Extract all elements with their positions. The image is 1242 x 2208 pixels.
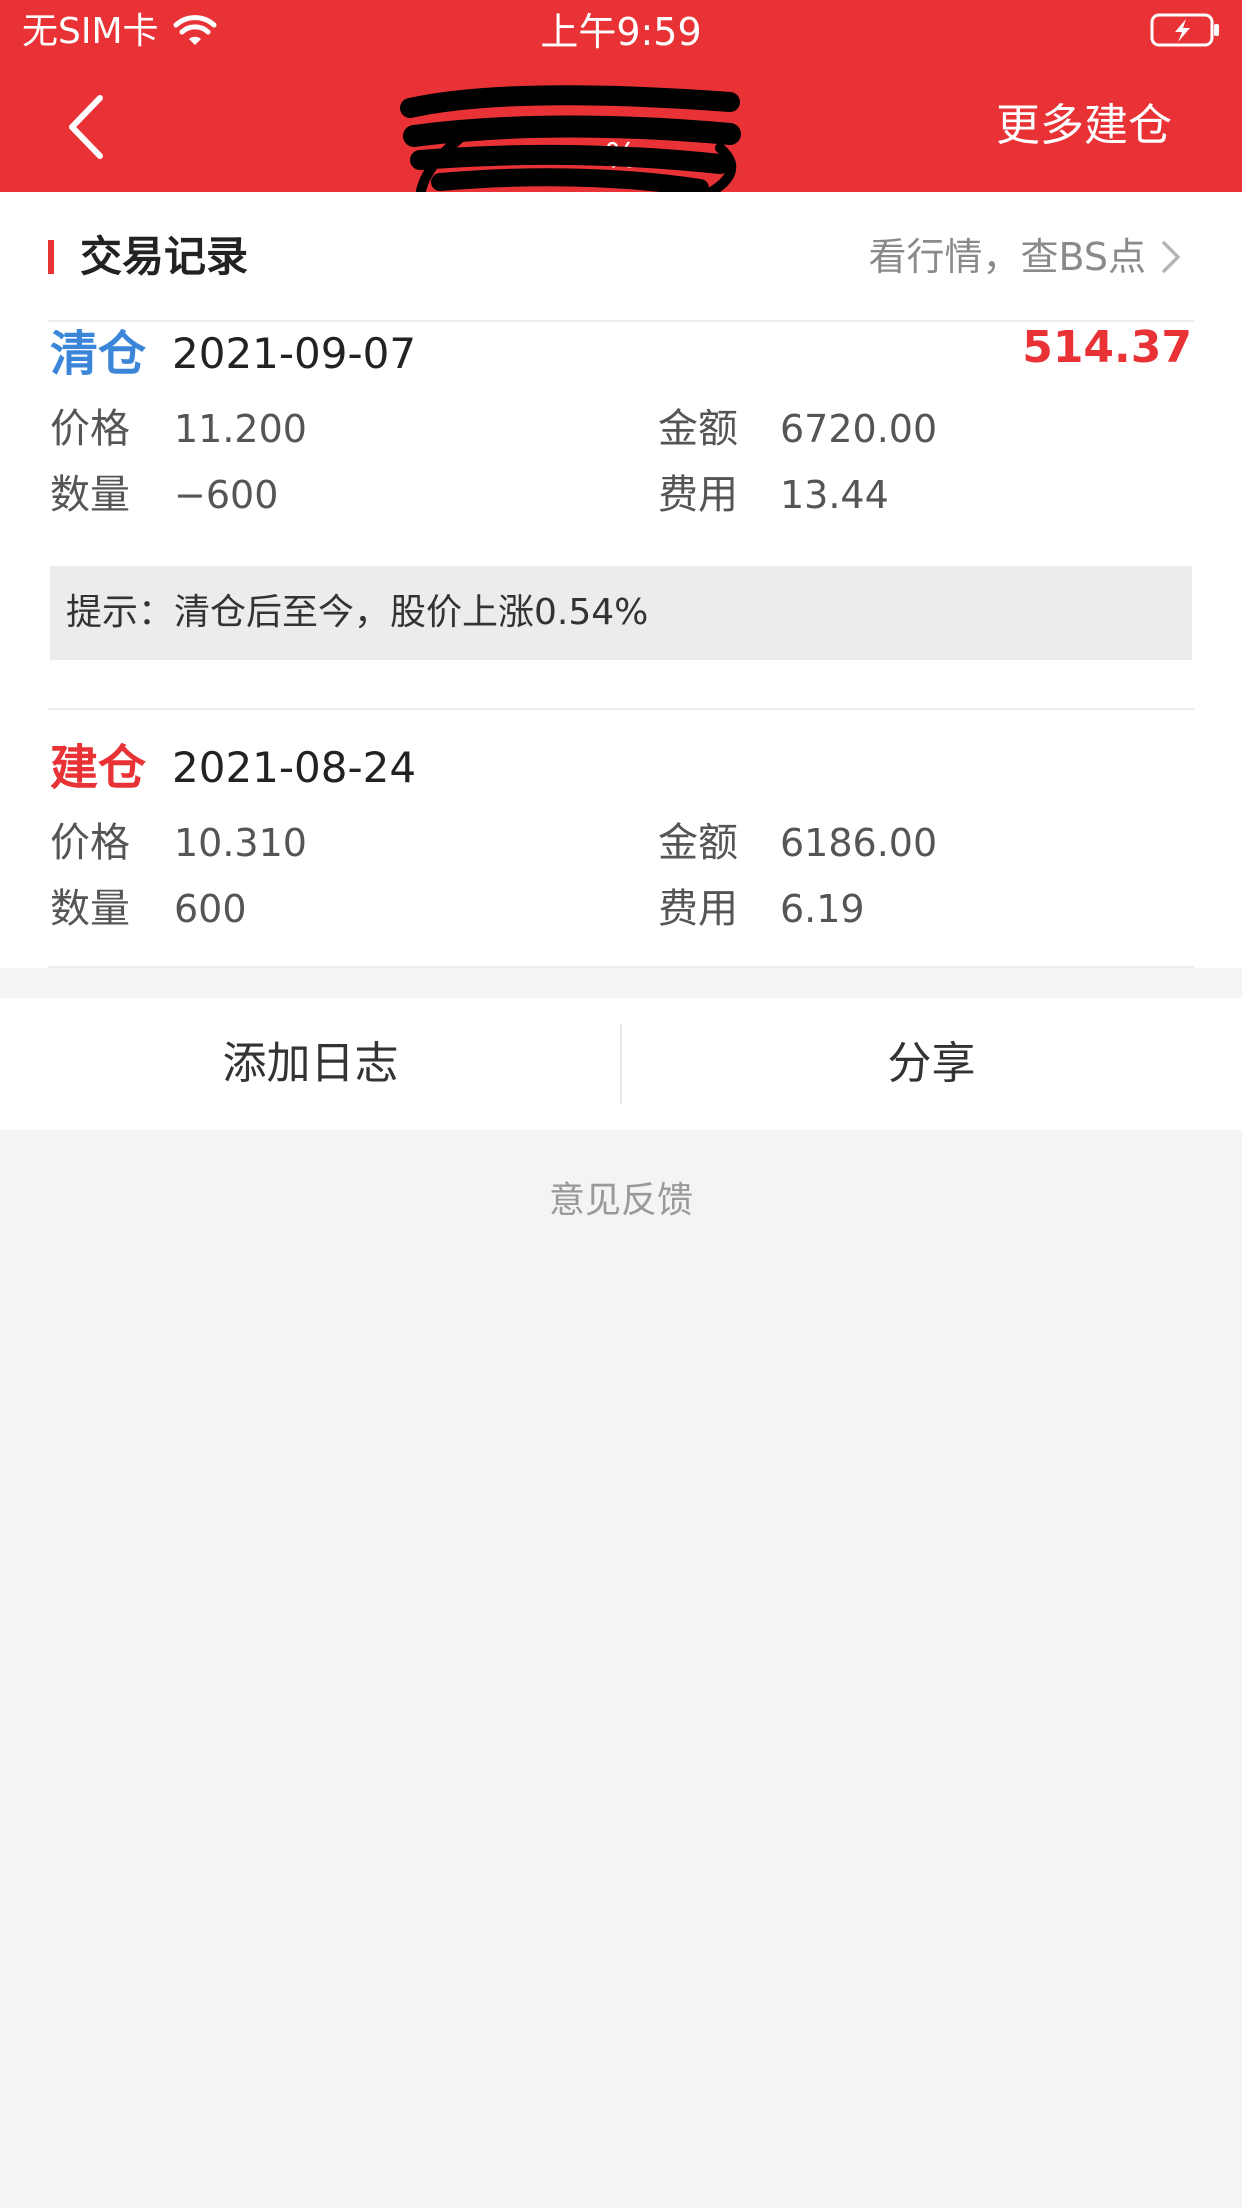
view-market-label: 看行情，查BS点 bbox=[868, 235, 1146, 279]
share-button[interactable]: 分享 bbox=[621, 998, 1242, 1130]
amount-label: 金额 bbox=[658, 406, 738, 452]
quantity-label: 数量 bbox=[50, 886, 130, 932]
chevron-right-icon bbox=[1162, 241, 1180, 273]
quantity-label: 数量 bbox=[50, 472, 130, 518]
fee-value: 6.19 bbox=[780, 887, 865, 931]
add-log-button[interactable]: 添加日志 bbox=[0, 998, 621, 1130]
amount-label: 金额 bbox=[658, 820, 738, 866]
battery-charging-icon bbox=[1150, 13, 1219, 47]
price-value: 10.310 bbox=[174, 821, 307, 865]
status-time: 上午9:59 bbox=[540, 10, 702, 54]
tip-box: 提示：清仓后至今，股价上涨0.54% bbox=[50, 566, 1192, 660]
divider bbox=[48, 708, 1194, 710]
section-accent-bar bbox=[48, 240, 54, 274]
more-positions-button[interactable]: 更多建仓 bbox=[996, 100, 1172, 152]
price-label: 价格 bbox=[50, 820, 130, 866]
amount-value: 6186.00 bbox=[780, 821, 938, 865]
section-title: 交易记录 bbox=[80, 232, 249, 281]
quantity-value: −600 bbox=[174, 473, 279, 517]
action-bar: 添加日志 分享 bbox=[0, 998, 1242, 1130]
view-market-link[interactable]: 看行情，查BS点 bbox=[868, 232, 1182, 282]
record-type: 清仓 bbox=[50, 326, 147, 382]
record-type: 建仓 bbox=[50, 740, 147, 796]
feedback-link[interactable]: 意见反馈 bbox=[0, 1176, 1242, 1226]
divider bbox=[48, 966, 1194, 968]
trade-record-card: 交易记录 看行情，查BS点 清仓 2021-09-07 514.37 价格 11… bbox=[0, 192, 1242, 968]
quantity-value: 600 bbox=[174, 887, 247, 931]
amount-value: 6720.00 bbox=[780, 407, 938, 451]
record-profit: 514.37 bbox=[1022, 322, 1192, 373]
price-label: 价格 bbox=[50, 406, 130, 452]
top-bar: 无SIM卡 上午9:59 % 更多建仓 bbox=[0, 0, 1242, 243]
fee-label: 费用 bbox=[658, 472, 738, 518]
price-value: 11.200 bbox=[174, 407, 307, 451]
section-header: 交易记录 看行情，查BS点 bbox=[0, 192, 1242, 320]
record-date: 2021-08-24 bbox=[172, 743, 417, 792]
fee-label: 费用 bbox=[658, 886, 738, 932]
fee-value: 13.44 bbox=[780, 473, 889, 517]
tip-text: 提示：清仓后至今，股价上涨0.54% bbox=[66, 592, 649, 633]
record-date: 2021-09-07 bbox=[172, 329, 417, 378]
